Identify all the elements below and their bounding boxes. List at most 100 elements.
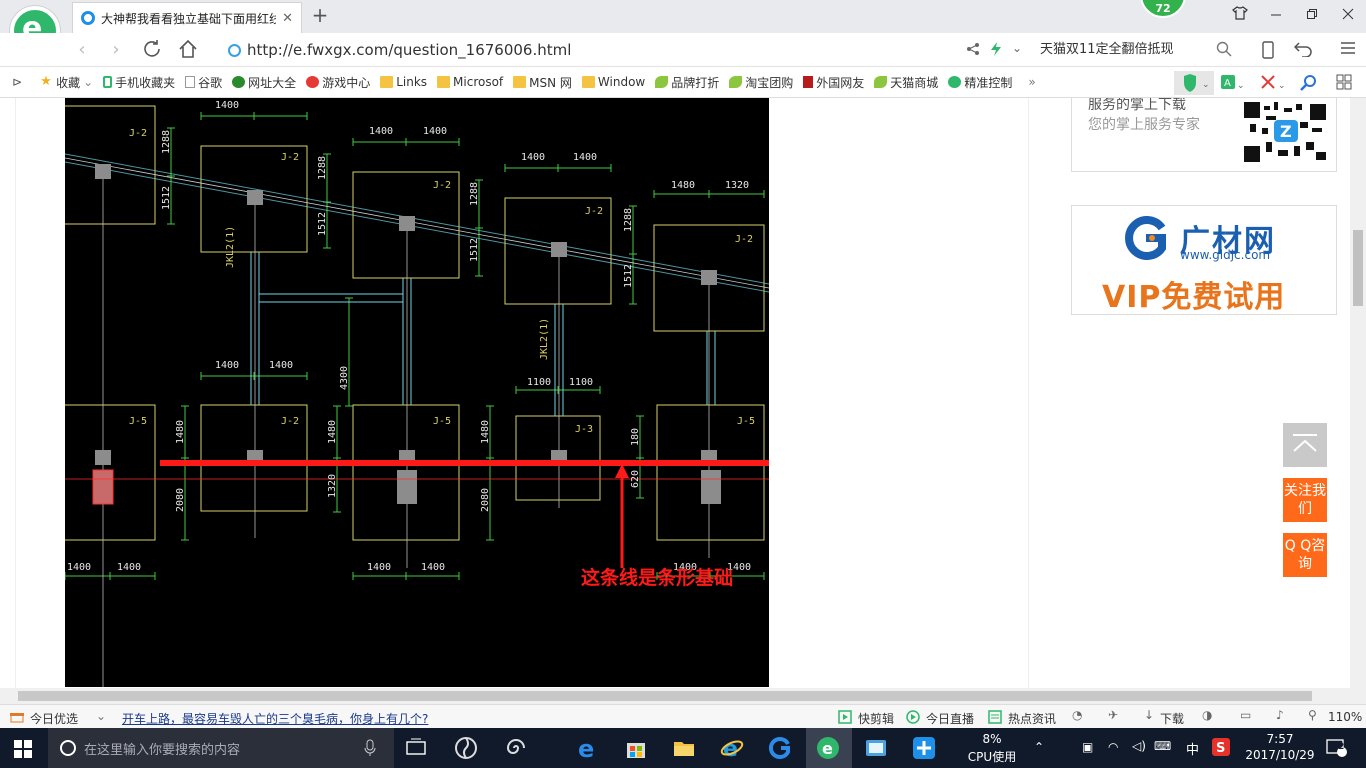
bookmark-mobile[interactable]: 手机收藏夹 <box>103 74 175 91</box>
translate-icon[interactable]: A ⌄ <box>1220 74 1246 95</box>
refresh-icon[interactable] <box>140 39 164 61</box>
lightning-icon[interactable] <box>990 42 1002 59</box>
vertical-scrollbar[interactable] <box>1350 98 1366 688</box>
bookmarks-more-icon[interactable]: » <box>1028 75 1035 89</box>
close-window-icon[interactable] <box>1338 6 1358 26</box>
tray-camera-icon[interactable]: ▣ <box>1082 740 1093 754</box>
qq-consult-button[interactable]: Q Q咨询 <box>1283 533 1327 577</box>
windows-start-icon[interactable] <box>14 740 32 758</box>
task-view-icon[interactable] <box>404 736 428 760</box>
skin-shirt-icon[interactable] <box>1230 6 1250 26</box>
download-icon[interactable]: ↓ <box>1144 708 1154 722</box>
dim-1288: 1288 <box>161 130 172 154</box>
dim-1100: 1100 <box>527 377 551 388</box>
screenshot-app-icon[interactable] <box>864 736 888 760</box>
bookmark-foreign-friends[interactable]: 外国网友 <box>803 74 864 91</box>
grid-menu-icon[interactable] <box>1336 74 1352 93</box>
action-center-icon[interactable] <box>1326 738 1348 761</box>
browser-tab-active[interactable]: 大神帮我看看独立基础下面用红线 ✕ <box>72 2 302 33</box>
tab-close-icon[interactable]: ✕ <box>282 11 293 26</box>
back-icon[interactable]: ‹ <box>70 39 94 61</box>
bookmark-favorites[interactable]: ★ 收藏 ⌄ <box>40 74 93 91</box>
pin-icon[interactable]: ✈ <box>1108 708 1118 722</box>
edge-browser-icon[interactable]: e <box>576 735 600 763</box>
bookmark-brand-discount[interactable]: 品牌打折 <box>655 74 719 91</box>
search-box[interactable]: 天猫双11定全翻倍抵现 <box>1040 39 1240 61</box>
annotation-text: 这条线是条形基础 <box>581 566 733 589</box>
wifi-icon[interactable]: ◠ <box>1108 740 1118 754</box>
g-app-icon[interactable] <box>768 736 792 760</box>
restore-icon[interactable] <box>1302 6 1322 26</box>
bookmark-windows[interactable]: Window <box>581 75 645 89</box>
mobile-icon[interactable] <box>1262 41 1274 62</box>
bookmark-msn[interactable]: MSN 网 <box>513 74 572 91</box>
new-tab-button[interactable]: + <box>308 4 332 28</box>
share-icon[interactable] <box>966 42 980 59</box>
dim-1400: 1400 <box>67 562 91 573</box>
store-icon[interactable] <box>624 736 648 760</box>
horizontal-scrollbar[interactable] <box>0 688 1366 704</box>
gldjc-ad-banner[interactable]: 广材网 www.gldjc.com VIP免费试用 <box>1071 205 1337 315</box>
svg-text:A: A <box>1224 78 1231 89</box>
dim-1400: 1400 <box>369 126 393 137</box>
clock-date[interactable]: 2017/10/29 <box>1240 748 1320 762</box>
news-headline-link[interactable]: 开车上路，最容易车毁人亡的三个臭毛病，你身上有几个? <box>122 710 428 727</box>
qr-code-icon[interactable]: Z <box>1244 102 1328 162</box>
vertical-scroll-thumb[interactable] <box>1353 230 1363 306</box>
follow-us-button[interactable]: 关注我们 <box>1283 478 1327 522</box>
search-icon[interactable] <box>1216 41 1232 60</box>
volume-icon[interactable]: ♪ <box>1276 708 1284 722</box>
browser-mode-icon[interactable]: ◑ <box>1202 708 1212 722</box>
expand-chevron-icon[interactable]: ⌄ <box>96 709 106 723</box>
bookmark-google[interactable]: 谷歌 <box>185 74 222 91</box>
bookmark-microsoft[interactable]: Microsof <box>437 75 503 89</box>
clock-time[interactable]: 7:57 <box>1240 732 1320 746</box>
daily-picks-label[interactable]: 今日优选 <box>30 710 78 727</box>
zoom-search-icon[interactable] <box>1300 74 1318 95</box>
flag-icon <box>803 76 814 88</box>
sogou-icon[interactable]: S <box>1212 738 1230 759</box>
browser-task-icon[interactable]: e <box>816 736 840 760</box>
notification-badge[interactable]: 72 <box>1140 0 1186 18</box>
cut-icon[interactable]: ⌄ <box>1260 74 1286 95</box>
back-to-top-button[interactable] <box>1283 423 1327 467</box>
sidebar-toggle-icon[interactable]: ⊳ <box>12 75 22 89</box>
ime-indicator[interactable]: 中 <box>1186 739 1199 758</box>
speed-icon[interactable]: ◔ <box>1072 708 1082 722</box>
speaker-icon[interactable]: ◁) <box>1132 739 1146 753</box>
menu-icon[interactable] <box>1340 41 1356 58</box>
live-link[interactable]: 今日直播 <box>926 710 974 727</box>
quick-cut-link[interactable]: 快剪辑 <box>858 710 894 727</box>
spiral-app-icon[interactable] <box>504 736 528 760</box>
undo-icon[interactable] <box>1293 41 1312 60</box>
forward-icon[interactable]: › <box>104 39 128 61</box>
bookmark-game-center[interactable]: 游戏中心 <box>306 74 370 91</box>
tray-expand-icon[interactable]: ⌃ <box>1034 740 1044 754</box>
bookmark-taobao-group[interactable]: 淘宝团购 <box>729 74 793 91</box>
bookmark-precise-control[interactable]: 精准控制 <box>948 74 1012 91</box>
download-link[interactable]: 下载 <box>1160 710 1184 727</box>
bookmark-links[interactable]: Links <box>380 75 427 89</box>
window-icon[interactable]: ▭ <box>1240 708 1251 722</box>
bookmark-site-directory[interactable]: 网址大全 <box>232 74 296 91</box>
svg-text:⌄: ⌄ <box>1237 81 1245 91</box>
home-icon[interactable] <box>176 39 200 61</box>
horizontal-scroll-thumb[interactable] <box>18 691 1312 701</box>
bookmark-tmall[interactable]: 天猫商城 <box>874 74 938 91</box>
url-field[interactable]: http://e.fwxgx.com/question_1676006.html <box>228 39 948 61</box>
file-explorer-icon[interactable] <box>672 736 696 760</box>
folder-icon <box>437 76 451 88</box>
label-j2: J-2 <box>281 416 299 427</box>
pinwheel-app-icon[interactable] <box>454 736 478 760</box>
keyboard-icon[interactable]: ⌨ <box>1154 739 1171 753</box>
hot-news-link[interactable]: 热点资讯 <box>1008 710 1056 727</box>
plus-app-icon[interactable] <box>912 736 936 760</box>
taskbar-search-box[interactable]: 在这里输入你要搜索的内容 <box>48 728 394 768</box>
shield-icon[interactable]: ⌄ <box>1174 71 1214 95</box>
zoom-level[interactable]: 110% <box>1328 710 1362 724</box>
dim-1400: 1400 <box>367 562 391 573</box>
microphone-icon[interactable] <box>364 739 376 761</box>
minimize-icon[interactable] <box>1266 6 1286 26</box>
internet-explorer-icon[interactable]: e <box>720 736 744 762</box>
url-dropdown-icon[interactable]: ⌄ <box>1012 41 1022 55</box>
